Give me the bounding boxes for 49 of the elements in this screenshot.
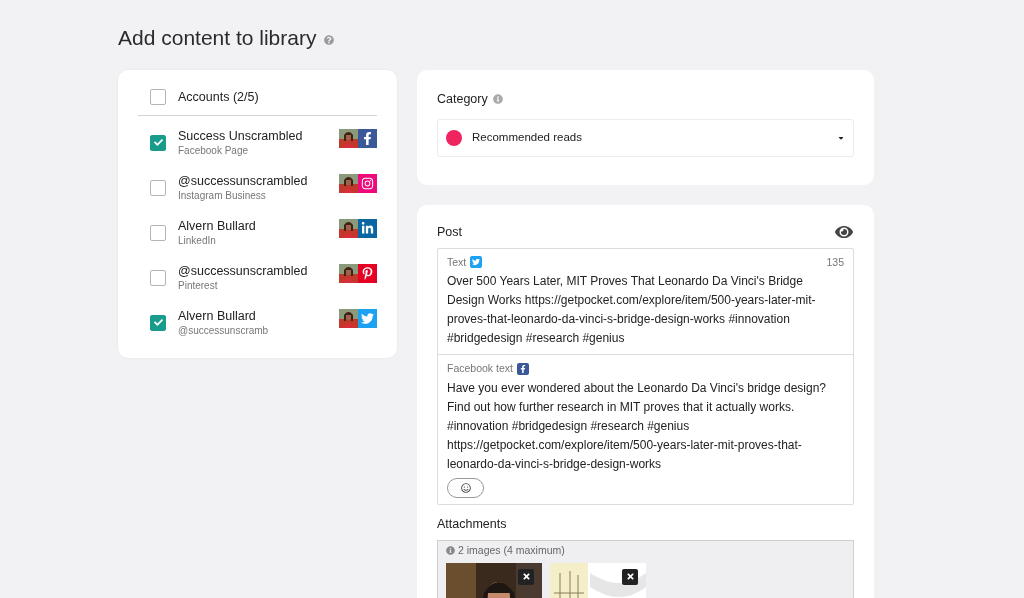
account-type: @successunscramb — [178, 323, 270, 338]
check-icon — [153, 138, 163, 148]
post-text[interactable]: Over 500 Years Later, MIT Proves That Leonardo Da Vinci's Bridge Design Works https://getpocket.com/explore/item/500-years-later-mit-proves-that-leonardo-da-vinci-s-bridge-design-works #innovation #bridgedesign #research #genius — [447, 272, 844, 349]
account-name: Alvern Bullard — [178, 217, 257, 234]
close-icon — [625, 572, 635, 581]
account-name: @successunscrambled — [178, 172, 309, 189]
linkedin-icon — [358, 219, 377, 239]
twitter-icon — [470, 256, 483, 269]
help-icon — [324, 34, 335, 45]
checkbox[interactable] — [150, 134, 166, 151]
post-text[interactable]: Have you ever wondered about the Leonardo Da Vinci's bridge design? Find out how further research in MIT proves that it actually works. #innovation #bridgedesign #research #genius https://getpocket.com/explore/item/500-years-later-mit-proves-that-leonardo-da-vinci-s-bridge-design-works — [447, 379, 844, 474]
attachments-label: Attachments — [437, 516, 508, 533]
instagram-icon — [358, 174, 377, 194]
field-label: Facebook text — [447, 361, 513, 377]
twitter-icon — [358, 309, 377, 329]
account-item[interactable]: Alvern Bullard @successunscramb — [150, 307, 377, 338]
page-title: Add content to library — [118, 25, 317, 51]
attachments-info: 2 images (4 maximum) — [458, 542, 565, 558]
account-item[interactable]: @successunscrambled Pinterest — [150, 262, 377, 293]
account-name: Success Unscrambled — [178, 127, 304, 144]
category-label: Category — [437, 91, 488, 108]
category-select[interactable]: Recommended reads — [437, 118, 854, 157]
account-name: Alvern Bullard — [178, 307, 257, 324]
checkbox[interactable] — [150, 269, 166, 286]
account-item[interactable]: Success Unscrambled Facebook Page — [150, 127, 377, 158]
facebook-icon — [516, 363, 529, 376]
accounts-header: Accounts (2/5) — [178, 89, 259, 106]
field-label: Text — [447, 254, 467, 270]
account-type: LinkedIn — [178, 233, 217, 248]
account-item[interactable]: Alvern Bullard LinkedIn — [150, 217, 377, 248]
info-icon — [446, 546, 455, 556]
account-item[interactable]: @successunscrambled Instagram Business — [150, 172, 377, 203]
account-name: @successunscrambled — [178, 262, 309, 279]
account-type: Pinterest — [178, 278, 219, 293]
character-count: 135 — [826, 254, 844, 270]
facebook-icon — [358, 129, 377, 149]
close-icon — [521, 572, 531, 581]
post-label: Post — [437, 223, 462, 241]
account-type: Instagram Business — [178, 188, 267, 203]
account-type: Facebook Page — [178, 143, 250, 158]
pinterest-icon — [358, 264, 377, 284]
checkbox[interactable] — [150, 314, 166, 331]
checkbox[interactable] — [150, 179, 166, 196]
checkbox[interactable] — [150, 89, 166, 106]
preview-icon[interactable] — [834, 224, 854, 241]
check-icon — [153, 318, 163, 328]
smiley-icon — [460, 483, 471, 493]
checkbox[interactable] — [150, 224, 166, 241]
info-icon — [492, 94, 503, 105]
